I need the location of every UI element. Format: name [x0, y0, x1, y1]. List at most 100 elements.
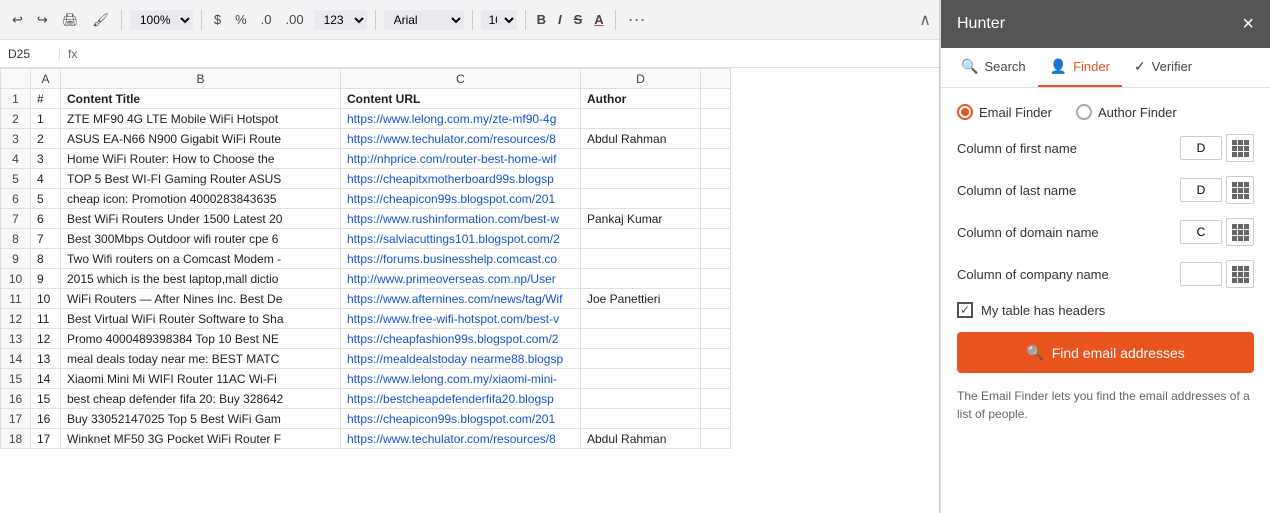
cell-d10[interactable] [581, 269, 701, 289]
headers-checkbox[interactable]: ✓ [957, 302, 973, 318]
cell-a13[interactable]: 12 [31, 329, 61, 349]
cell-d11[interactable]: Joe Panettieri [581, 289, 701, 309]
format-paint-button[interactable]: 🖌 [88, 10, 113, 30]
cell-a18[interactable]: 17 [31, 429, 61, 449]
cell-a5[interactable]: 4 [31, 169, 61, 189]
cell-a2[interactable]: 1 [31, 109, 61, 129]
last-name-grid-button[interactable] [1226, 176, 1254, 204]
first-name-input[interactable] [1180, 136, 1222, 160]
last-name-input[interactable] [1180, 178, 1222, 202]
cell-d12[interactable] [581, 309, 701, 329]
cell-a16[interactable]: 15 [31, 389, 61, 409]
col-header-d[interactable]: D [581, 69, 701, 89]
cell-c1[interactable]: Content URL [341, 89, 581, 109]
decimal-decrease-button[interactable]: .0 [257, 10, 276, 29]
tab-finder[interactable]: 👤 Finder [1038, 48, 1122, 87]
font-size-select[interactable]: 10 [481, 10, 517, 30]
cell-d17[interactable] [581, 409, 701, 429]
cell-b9[interactable]: Two Wifi routers on a Comcast Modem - [61, 249, 341, 269]
cell-b15[interactable]: Xiaomi Mini Mi WIFI Router 11AC Wi-Fi [61, 369, 341, 389]
tab-verifier[interactable]: ✓ Verifier [1122, 48, 1204, 87]
domain-name-grid-button[interactable] [1226, 218, 1254, 246]
currency-button[interactable]: $ [210, 10, 225, 29]
cell-a6[interactable]: 5 [31, 189, 61, 209]
cell-d14[interactable] [581, 349, 701, 369]
author-finder-radio[interactable]: Author Finder [1076, 104, 1177, 120]
cell-b7[interactable]: Best WiFi Routers Under 1500 Latest 20 [61, 209, 341, 229]
cell-c14[interactable]: https://mealdealstoday nearme88.blogsp [341, 349, 581, 369]
cell-a12[interactable]: 11 [31, 309, 61, 329]
cell-b16[interactable]: best cheap defender fifa 20: Buy 328642 [61, 389, 341, 409]
cell-d3[interactable]: Abdul Rahman [581, 129, 701, 149]
cell-b2[interactable]: ZTE MF90 4G LTE Mobile WiFi Hotspot [61, 109, 341, 129]
font-select[interactable]: Arial [384, 10, 464, 30]
text-color-button[interactable]: A [591, 10, 606, 29]
italic-button[interactable]: I [555, 10, 565, 29]
zoom-select[interactable]: 100% [130, 10, 193, 30]
cell-b14[interactable]: meal deals today near me: BEST MATC [61, 349, 341, 369]
cell-c5[interactable]: https://cheapitxmotherboard99s.blogsp [341, 169, 581, 189]
percent-button[interactable]: % [231, 10, 251, 29]
cell-c3[interactable]: https://www.techulator.com/resources/8 [341, 129, 581, 149]
cell-a7[interactable]: 6 [31, 209, 61, 229]
cell-b13[interactable]: Promo 4000489398384 Top 10 Best NE [61, 329, 341, 349]
redo-button[interactable]: ↪ [33, 10, 52, 30]
cell-c4[interactable]: http://nhprice.com/router-best-home-wif [341, 149, 581, 169]
cell-b12[interactable]: Best Virtual WiFi Router Software to Sha [61, 309, 341, 329]
cell-d13[interactable] [581, 329, 701, 349]
cell-b18[interactable]: Winknet MF50 3G Pocket WiFi Router F [61, 429, 341, 449]
decimal-increase-button[interactable]: .00 [281, 10, 307, 29]
cell-d1[interactable]: Author [581, 89, 701, 109]
find-email-button[interactable]: 🔍 Find email addresses [957, 332, 1254, 373]
cell-a8[interactable]: 7 [31, 229, 61, 249]
cell-a11[interactable]: 10 [31, 289, 61, 309]
cell-c2[interactable]: https://www.lelong.com.my/zte-mf90-4g [341, 109, 581, 129]
cell-c12[interactable]: https://www.free-wifi-hotspot.com/best-v [341, 309, 581, 329]
cell-c10[interactable]: http://www.primeoverseas.com.np/User [341, 269, 581, 289]
cell-a14[interactable]: 13 [31, 349, 61, 369]
cell-d9[interactable] [581, 249, 701, 269]
cell-c17[interactable]: https://cheapicon99s.blogspot.com/201 [341, 409, 581, 429]
cell-b6[interactable]: cheap icon: Promotion 4000283843635 [61, 189, 341, 209]
bold-button[interactable]: B [534, 10, 549, 29]
print-button[interactable]: 🖨 [58, 10, 83, 30]
cell-d6[interactable] [581, 189, 701, 209]
cell-d5[interactable] [581, 169, 701, 189]
cell-a3[interactable]: 2 [31, 129, 61, 149]
number-format-select[interactable]: 123 [314, 10, 367, 30]
cell-b11[interactable]: WiFi Routers — After Nines Inc. Best De [61, 289, 341, 309]
cell-d15[interactable] [581, 369, 701, 389]
col-header-c[interactable]: C [341, 69, 581, 89]
cell-b17[interactable]: Buy 33052147025 Top 5 Best WiFi Gam [61, 409, 341, 429]
cell-d7[interactable]: Pankaj Kumar [581, 209, 701, 229]
cell-c16[interactable]: https://bestcheapdefenderfifa20.blogsp [341, 389, 581, 409]
undo-button[interactable]: ↩ [8, 10, 27, 30]
cell-a17[interactable]: 16 [31, 409, 61, 429]
cell-c9[interactable]: https://forums.businesshelp.comcast.co [341, 249, 581, 269]
collapse-toolbar-button[interactable]: ∧ [919, 10, 931, 30]
cell-a1[interactable]: # [31, 89, 61, 109]
cell-c8[interactable]: https://salviacuttings101.blogspot.com/2 [341, 229, 581, 249]
cell-d16[interactable] [581, 389, 701, 409]
grid-scroll-area[interactable]: A B C D 1 # Content Title Content URL Au [0, 68, 939, 513]
more-options-button[interactable]: ··· [628, 9, 646, 30]
cell-c7[interactable]: https://www.rushinformation.com/best-w [341, 209, 581, 229]
strikethrough-button[interactable]: S [571, 10, 586, 29]
cell-b10[interactable]: 2015 which is the best laptop,mall dicti… [61, 269, 341, 289]
cell-a10[interactable]: 9 [31, 269, 61, 289]
cell-d8[interactable] [581, 229, 701, 249]
cell-a4[interactable]: 3 [31, 149, 61, 169]
hunter-close-button[interactable]: × [1242, 14, 1254, 34]
col-header-a[interactable]: A [31, 69, 61, 89]
cell-d4[interactable] [581, 149, 701, 169]
cell-c15[interactable]: https://www.lelong.com.my/xiaomi-mini- [341, 369, 581, 389]
cell-c11[interactable]: https://www.afternines.com/news/tag/Wif [341, 289, 581, 309]
cell-d18[interactable]: Abdul Rahman [581, 429, 701, 449]
cell-d2[interactable] [581, 109, 701, 129]
company-name-input[interactable] [1180, 262, 1222, 286]
first-name-grid-button[interactable] [1226, 134, 1254, 162]
cell-c18[interactable]: https://www.techulator.com/resources/8 [341, 429, 581, 449]
cell-b1[interactable]: Content Title [61, 89, 341, 109]
cell-reference[interactable]: D25 [0, 47, 60, 61]
domain-name-input[interactable] [1180, 220, 1222, 244]
